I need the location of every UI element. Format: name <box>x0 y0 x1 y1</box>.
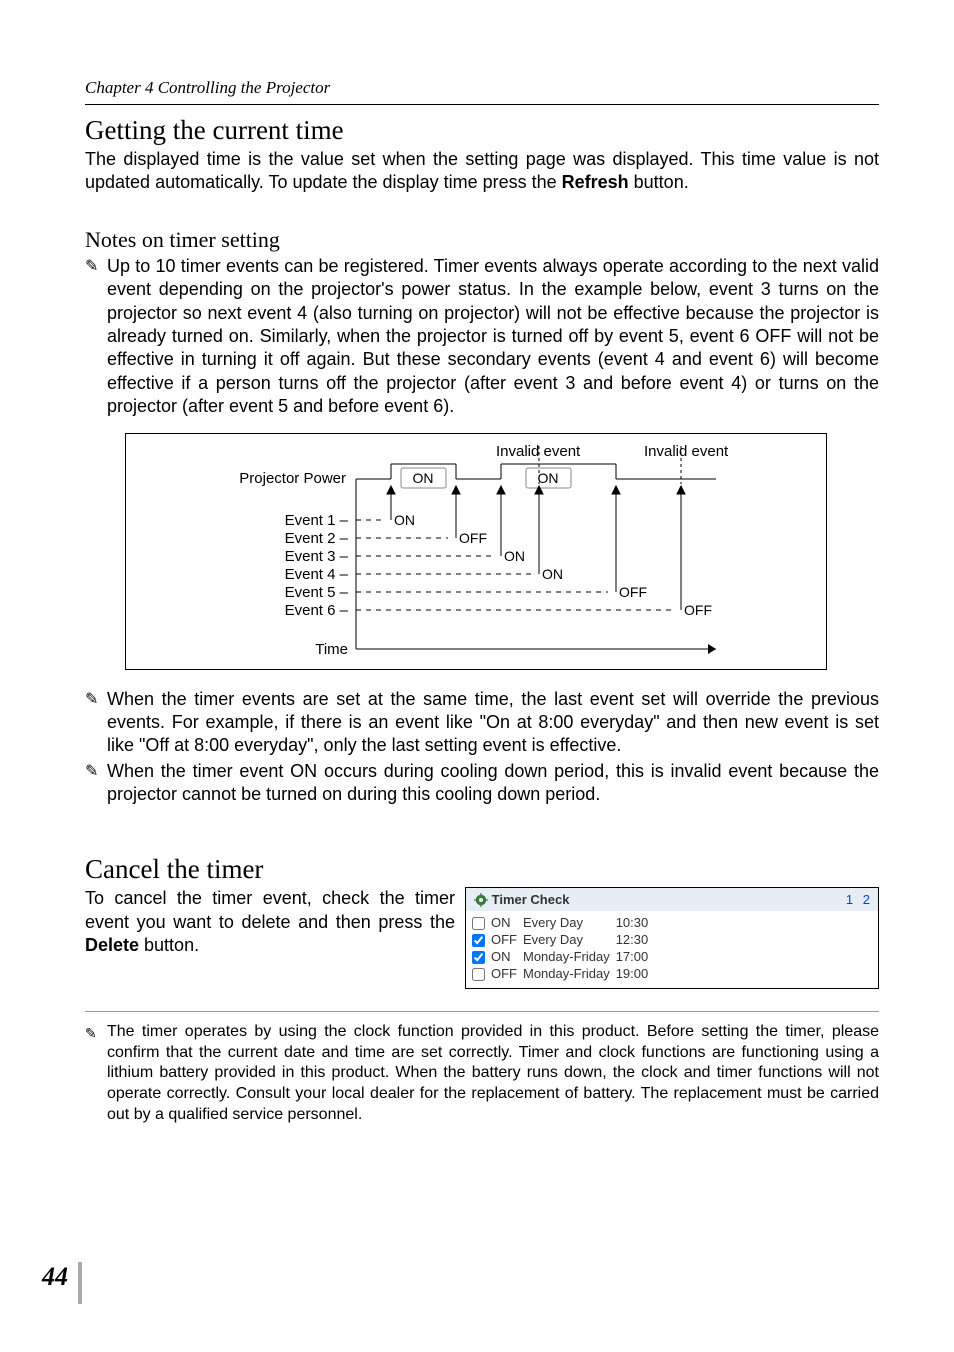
timer-row-schedule: Every Day <box>523 931 616 948</box>
pencil-icon: ✎ <box>85 760 107 807</box>
svg-text:ON: ON <box>542 566 563 582</box>
event-1-label: Event 1 – <box>285 512 348 529</box>
timer-row-schedule: Every Day <box>523 913 616 930</box>
para-cancel-timer: To cancel the timer event, check the tim… <box>85 887 455 957</box>
event-6-label: Event 6 – <box>285 602 348 619</box>
note-2-text: When the timer events are set at the sam… <box>107 688 879 758</box>
page-number: 44 <box>42 1262 68 1292</box>
svg-text:ON: ON <box>413 470 434 486</box>
footnote: ✎ The timer operates by using the clock … <box>85 1022 879 1126</box>
invalid-event-1: Invalid event <box>496 443 580 460</box>
pencil-icon: ✎ <box>85 688 107 758</box>
svg-text:ON: ON <box>538 470 559 486</box>
timer-row-state: ON <box>491 913 523 930</box>
invalid-event-2: Invalid event <box>644 443 728 460</box>
timer-row-checkbox[interactable] <box>472 934 485 947</box>
timer-row: ONEvery Day10:30 <box>472 913 654 930</box>
timer-check-pager: 1 2 <box>840 892 870 907</box>
timer-events-diagram: ON ON <box>125 433 827 670</box>
timer-check-panel: Timer Check 1 2 ONEvery Day10:30OFFEvery… <box>465 887 879 988</box>
timer-row-checkbox[interactable] <box>472 917 485 930</box>
timer-row: OFFEvery Day12:30 <box>472 931 654 948</box>
svg-text:OFF: OFF <box>459 530 487 546</box>
timer-row-checkbox[interactable] <box>472 968 485 981</box>
timer-row: OFFMonday-Friday19:00 <box>472 965 654 982</box>
para-current-time: The displayed time is the value set when… <box>85 148 879 195</box>
timer-row: ONMonday-Friday17:00 <box>472 948 654 965</box>
timer-check-table: ONEvery Day10:30OFFEvery Day12:30ONMonda… <box>472 913 654 981</box>
gear-icon <box>474 893 488 907</box>
svg-text:OFF: OFF <box>684 602 712 618</box>
pencil-icon: ✎ <box>85 255 107 419</box>
footnote-text: The timer operates by using the clock fu… <box>107 1022 879 1126</box>
timer-row-checkbox[interactable] <box>472 951 485 964</box>
note-1: ✎ Up to 10 timer events can be registere… <box>85 255 879 419</box>
note-3-a: When the timer event <box>107 761 290 781</box>
page-number-bar <box>78 1262 82 1304</box>
para-current-time-b: button. <box>629 172 689 192</box>
para-current-time-a: The displayed time is the value set when… <box>85 149 879 192</box>
timer-row-time: 17:00 <box>616 948 655 965</box>
svg-text:ON: ON <box>394 512 415 528</box>
event-3-label: Event 3 – <box>285 548 348 565</box>
pager-1[interactable]: 1 <box>846 892 853 907</box>
timer-check-header: Timer Check 1 2 <box>466 888 878 911</box>
para-cancel-b: button. <box>139 935 199 955</box>
timer-row-state: ON <box>491 948 523 965</box>
note-3: ✎ When the timer event ON occurs during … <box>85 760 879 807</box>
svg-text:ON: ON <box>504 548 525 564</box>
event-2-label: Event 2 – <box>285 530 348 547</box>
timer-row-time: 19:00 <box>616 965 655 982</box>
timer-row-state: OFF <box>491 931 523 948</box>
event-4-label: Event 4 – <box>285 566 348 583</box>
event-5-label: Event 5 – <box>285 584 348 601</box>
timer-row-time: 10:30 <box>616 913 655 930</box>
pager-2[interactable]: 2 <box>863 892 870 907</box>
timer-row-time: 12:30 <box>616 931 655 948</box>
chapter-title: Chapter 4 Controlling the Projector <box>85 78 879 105</box>
on-label: ON <box>290 761 317 781</box>
note-3-text: When the timer event ON occurs during co… <box>107 760 879 807</box>
pencil-icon: ✎ <box>85 1022 107 1126</box>
heading-cancel-timer: Cancel the timer <box>85 854 879 885</box>
note-1-text: Up to 10 timer events can be registered.… <box>107 255 879 419</box>
heading-notes-timer: Notes on timer setting <box>85 227 879 253</box>
timer-row-schedule: Monday-Friday <box>523 965 616 982</box>
footnote-divider <box>85 1011 879 1012</box>
projector-power-label: Projector Power <box>239 470 346 487</box>
timer-check-title: Timer Check <box>492 892 570 907</box>
refresh-label: Refresh <box>562 172 629 192</box>
delete-label: Delete <box>85 935 139 955</box>
timer-row-schedule: Monday-Friday <box>523 948 616 965</box>
heading-getting-current-time: Getting the current time <box>85 115 879 146</box>
timer-row-state: OFF <box>491 965 523 982</box>
para-cancel-a: To cancel the timer event, check the tim… <box>85 888 455 931</box>
note-2: ✎ When the timer events are set at the s… <box>85 688 879 758</box>
time-axis-label: Time <box>315 641 348 658</box>
svg-text:OFF: OFF <box>619 584 647 600</box>
